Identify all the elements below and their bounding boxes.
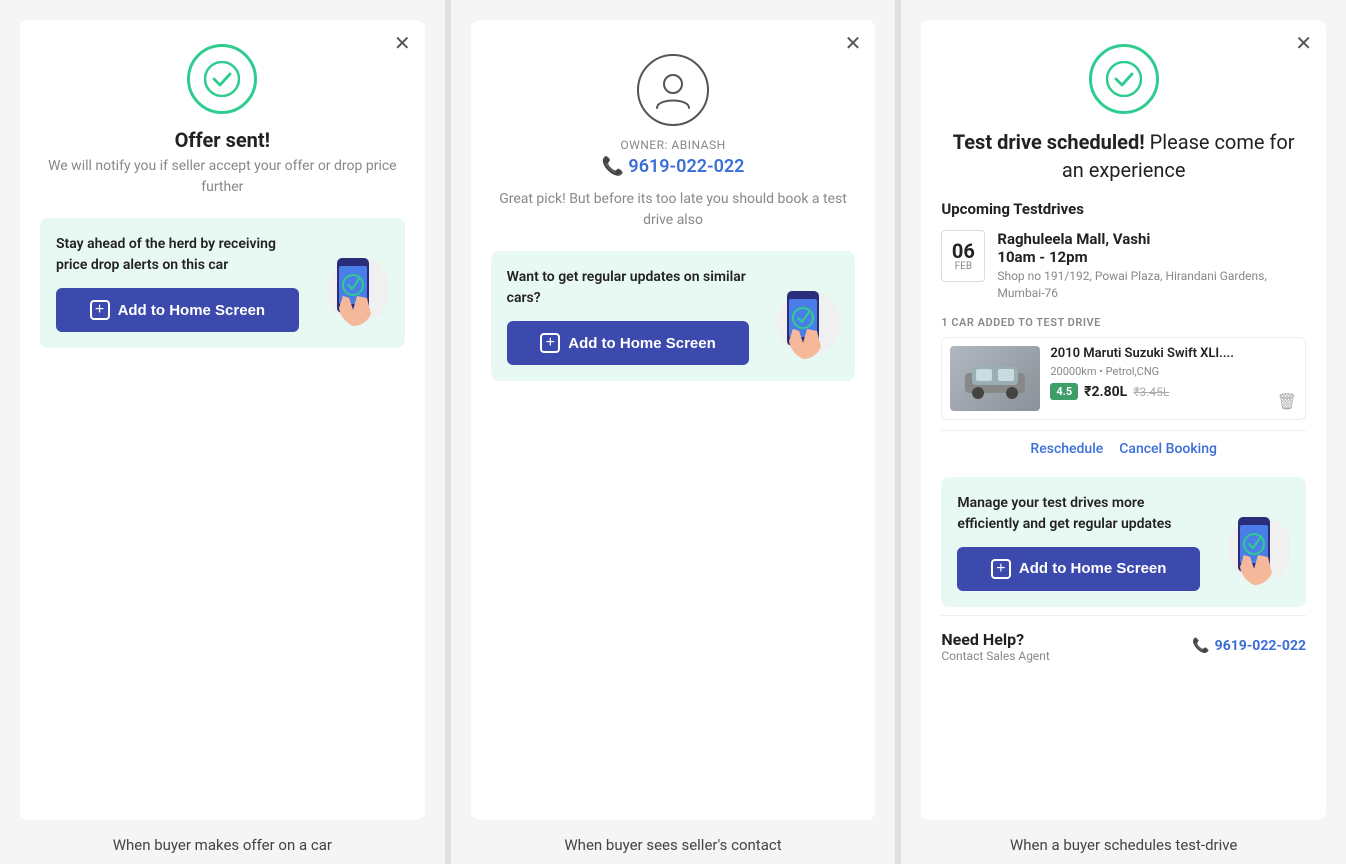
cancel-booking-link[interactable]: Cancel Booking (1119, 441, 1217, 457)
panel2-close-button[interactable]: ✕ (845, 34, 862, 54)
testdrive-item: 06 FEB Raghuleela Mall, Vashi 10am - 12p… (941, 230, 1306, 302)
panel3-title: Test drive scheduled! Please come for an… (941, 128, 1306, 184)
panel-seller-contact: ✕ OWNER: ABINASH 📞 9619-022-022 Great pi… (451, 0, 896, 864)
panel3-checkmark-icon (1089, 44, 1159, 114)
panel2-phone-number: 📞 9619-022-022 (491, 156, 856, 177)
panel-offer-sent-card: ✕ Offer sent! We will notify you if sell… (20, 20, 425, 820)
car-thumbnail (950, 346, 1040, 411)
date-month: FEB (955, 261, 972, 272)
panel1-highlight-text: Stay ahead of the herd by receiving pric… (56, 234, 299, 276)
panel1-title: Offer sent! (40, 128, 405, 152)
help-phone-number: 9619-022-022 (1215, 638, 1306, 654)
testdrive-info: Raghuleela Mall, Vashi 10am - 12pm Shop … (997, 230, 1306, 302)
panel3-add-button[interactable]: + Add to Home Screen (957, 547, 1200, 591)
action-links: Reschedule Cancel Booking (941, 430, 1306, 467)
panel1-add-button[interactable]: + Add to Home Screen (56, 288, 299, 332)
panel2-add-btn-label: Add to Home Screen (568, 335, 716, 352)
help-phone[interactable]: 📞 9619-022-022 (1192, 638, 1306, 654)
phone-icon-small: 📞 (1192, 638, 1209, 654)
car-thumb-inner (950, 346, 1040, 411)
panel3-close-button[interactable]: ✕ (1295, 34, 1312, 54)
panel2-phone-illustration (759, 271, 839, 361)
testdrive-location: Raghuleela Mall, Vashi (997, 230, 1306, 248)
car-meta: 20000km • Petrol,CNG (1050, 365, 1297, 378)
testdrive-time: 10am - 12pm (997, 248, 1306, 266)
panel3-plus-icon: + (991, 559, 1011, 579)
reschedule-link[interactable]: Reschedule (1030, 441, 1103, 457)
panel2-caption: When buyer sees seller's contact (564, 820, 781, 864)
panel-seller-contact-card: ✕ OWNER: ABINASH 📞 9619-022-022 Great pi… (471, 20, 876, 820)
help-title: Need Help? (941, 630, 1050, 649)
panel3-manage-text: Manage your test drives more efficiently… (957, 493, 1200, 535)
trash-icon[interactable]: 🗑 (1277, 392, 1297, 411)
help-subtitle: Contact Sales Agent (941, 649, 1050, 663)
panel-offer-sent: ✕ Offer sent! We will notify you if sell… (0, 0, 445, 864)
car-added-label: 1 CAR ADDED TO TEST DRIVE (941, 316, 1306, 329)
car-name: 2010 Maruti Suzuki Swift XLI.... (1050, 346, 1297, 363)
panel3-highlight-box: Manage your test drives more efficiently… (941, 477, 1306, 607)
car-rating: 4.5 (1050, 383, 1078, 400)
date-box: 06 FEB (941, 230, 985, 282)
panel3-upcoming-label: Upcoming Testdrives (941, 200, 1306, 218)
panel3-caption: When a buyer schedules test-drive (1010, 820, 1237, 864)
date-day: 06 (952, 241, 975, 261)
panel1-close-button[interactable]: ✕ (394, 34, 411, 54)
panel2-body-text: Great pick! But before its too late you … (491, 189, 856, 231)
car-price: ₹2.80L (1084, 384, 1127, 400)
panel2-user-icon (637, 54, 709, 126)
panel3-add-btn-label: Add to Home Screen (1019, 560, 1167, 577)
panel2-owner-label: OWNER: ABINASH (491, 138, 856, 152)
help-left: Need Help? Contact Sales Agent (941, 630, 1050, 663)
panel1-subtitle: We will notify you if seller accept your… (40, 156, 405, 198)
help-row: Need Help? Contact Sales Agent 📞 9619-02… (941, 615, 1306, 663)
panel2-highlight-box: Want to get regular updates on similar c… (491, 251, 856, 381)
panel1-plus-icon: + (90, 300, 110, 320)
car-details: 2010 Maruti Suzuki Swift XLI.... 20000km… (1050, 346, 1297, 411)
panel-testdrive: ✕ Test drive scheduled! Please come for … (901, 0, 1346, 864)
panel2-plus-icon: + (540, 333, 560, 353)
panel1-phone-illustration (309, 238, 389, 328)
panel1-add-btn-label: Add to Home Screen (118, 302, 266, 319)
panel2-phone-icon: 📞 (602, 156, 629, 177)
car-price-row: 4.5 ₹2.80L ₹3.45L (1050, 383, 1297, 400)
panel3-phone-illustration (1210, 497, 1290, 587)
testdrive-address: Shop no 191/192, Powai Plaza, Hirandani … (997, 268, 1306, 302)
panel2-add-button[interactable]: + Add to Home Screen (507, 321, 750, 365)
car-card: 2010 Maruti Suzuki Swift XLI.... 20000km… (941, 337, 1306, 420)
panel1-caption: When buyer makes offer on a car (113, 820, 332, 864)
car-price-old: ₹3.45L (1133, 385, 1169, 399)
panel2-highlight-text: Want to get regular updates on similar c… (507, 267, 750, 309)
panel-testdrive-card: ✕ Test drive scheduled! Please come for … (921, 20, 1326, 820)
panel1-highlight-box: Stay ahead of the herd by receiving pric… (40, 218, 405, 348)
panel1-checkmark-icon (187, 44, 257, 114)
